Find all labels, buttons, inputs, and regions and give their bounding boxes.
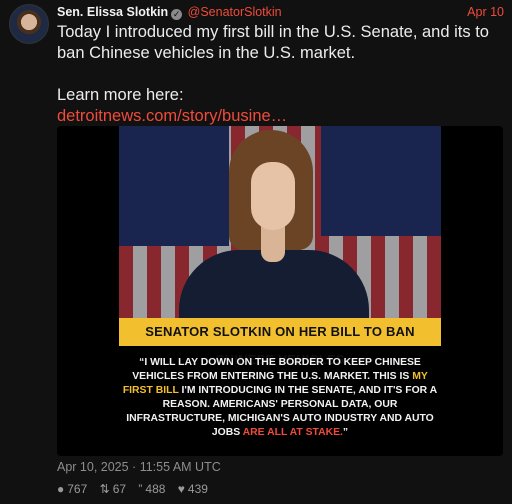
tweet-link[interactable]: detroitnews.com/story/busine… [57, 107, 287, 125]
comment-icon: ● [57, 482, 65, 496]
retweet-icon: ⇅ [99, 482, 110, 496]
tweet-timestamp[interactable]: Apr 10, 2025 · 11:55 AM UTC [57, 460, 221, 474]
tweet-text-line: Learn more here: [57, 86, 184, 104]
retweet-count: 67 [112, 482, 127, 496]
media-photo [119, 126, 441, 318]
like-count: 439 [187, 482, 208, 496]
heart-icon: ♥ [177, 482, 185, 496]
media-banner: SENATOR SLOTKIN ON HER BILL TO BAN CHINE… [119, 318, 441, 367]
verified-icon: ✓ [171, 9, 183, 20]
author-handle[interactable]: @SenatorSlotkin [188, 5, 282, 19]
like-button[interactable]: ♥ 439 [178, 482, 208, 496]
quote-highlight: are all at stake. [242, 427, 343, 438]
tweet-card: Sen. Elissa Slotkin ✓ @SenatorSlotkin Apr… [0, 0, 512, 504]
comment-button[interactable]: ● 767 [57, 482, 87, 496]
author-name[interactable]: Sen. Elissa Slotkin [57, 5, 168, 19]
tweet-media[interactable]: SENATOR SLOTKIN ON HER BILL TO BAN CHINE… [57, 126, 503, 456]
tweet-text-line: Today I introduced my first bill in the … [57, 23, 489, 62]
comment-count: 767 [67, 482, 88, 496]
tweet-date[interactable]: Apr 10 [467, 4, 504, 20]
avatar[interactable] [9, 4, 49, 44]
media-quote: “I will lay down on the border to keep C… [119, 356, 441, 440]
tweet-stats: ● 767 ⇅ 67 ” 488 ♥ 439 [57, 482, 217, 496]
quote-icon: ” [138, 482, 143, 496]
tweet-header: Sen. Elissa Slotkin ✓ @SenatorSlotkin Apr… [57, 4, 504, 20]
retweet-button[interactable]: ⇅ 67 [100, 482, 126, 496]
quote-text: ” [342, 427, 349, 438]
quote-button[interactable]: ” 488 [138, 482, 165, 496]
tweet-text: Today I introduced my first bill in the … [57, 22, 502, 127]
quote-text: “I will lay down on the border to keep C… [132, 357, 421, 382]
quote-count: 488 [145, 482, 166, 496]
